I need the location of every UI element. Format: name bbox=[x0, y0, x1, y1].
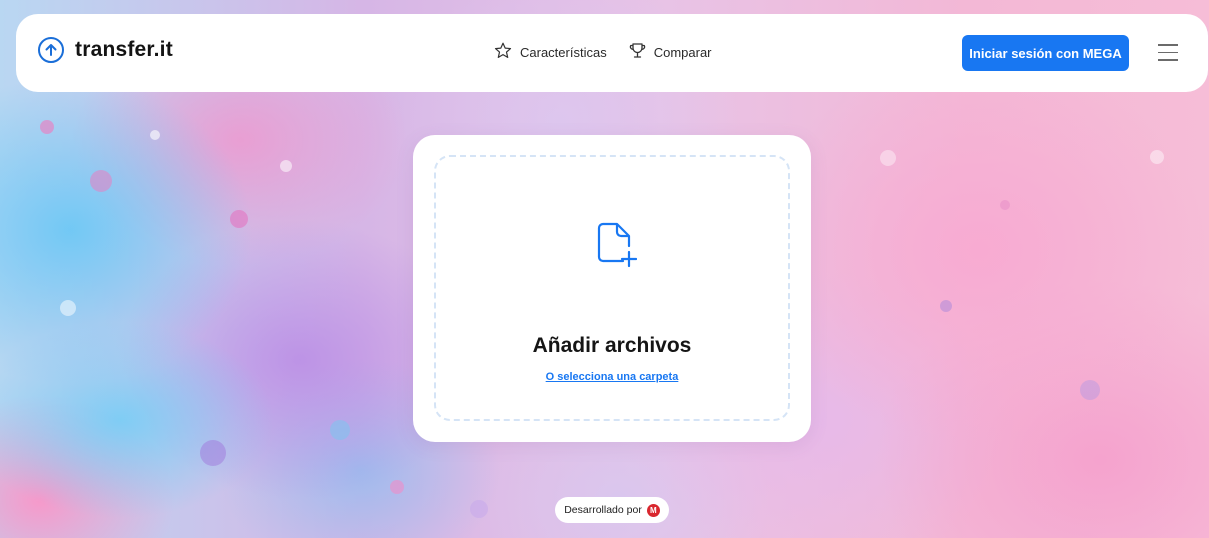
mega-logo-icon: M bbox=[646, 503, 660, 517]
file-add-icon bbox=[597, 222, 638, 275]
star-icon bbox=[494, 42, 512, 62]
top-header: transfer.it Características Comparar Ini… bbox=[16, 14, 1208, 92]
login-with-mega-button[interactable]: Iniciar sesión con MEGA bbox=[962, 35, 1129, 71]
developed-by-badge[interactable]: Desarrollado por M bbox=[555, 497, 669, 523]
nav-item-compare-label: Comparar bbox=[653, 44, 712, 60]
trophy-icon bbox=[629, 42, 646, 62]
upload-card: Añadir archivos O selecciona una carpeta bbox=[413, 135, 811, 442]
add-files-title: Añadir archivos bbox=[532, 334, 692, 357]
file-dropzone[interactable]: Añadir archivos O selecciona una carpeta bbox=[434, 155, 790, 421]
select-folder-link[interactable]: O selecciona una carpeta bbox=[436, 371, 788, 383]
hamburger-menu-icon[interactable] bbox=[1158, 44, 1178, 62]
upload-arrow-circle-icon bbox=[38, 37, 64, 63]
main-nav: Características Comparar bbox=[494, 42, 712, 62]
transfer-it-logo[interactable]: transfer.it bbox=[38, 37, 173, 63]
logo-text: transfer.it bbox=[75, 38, 173, 61]
nav-item-features-label: Características bbox=[520, 44, 607, 60]
nav-item-features[interactable]: Características bbox=[494, 42, 607, 62]
nav-item-compare[interactable]: Comparar bbox=[629, 42, 712, 62]
developed-by-label: Desarrollado por bbox=[564, 504, 642, 516]
